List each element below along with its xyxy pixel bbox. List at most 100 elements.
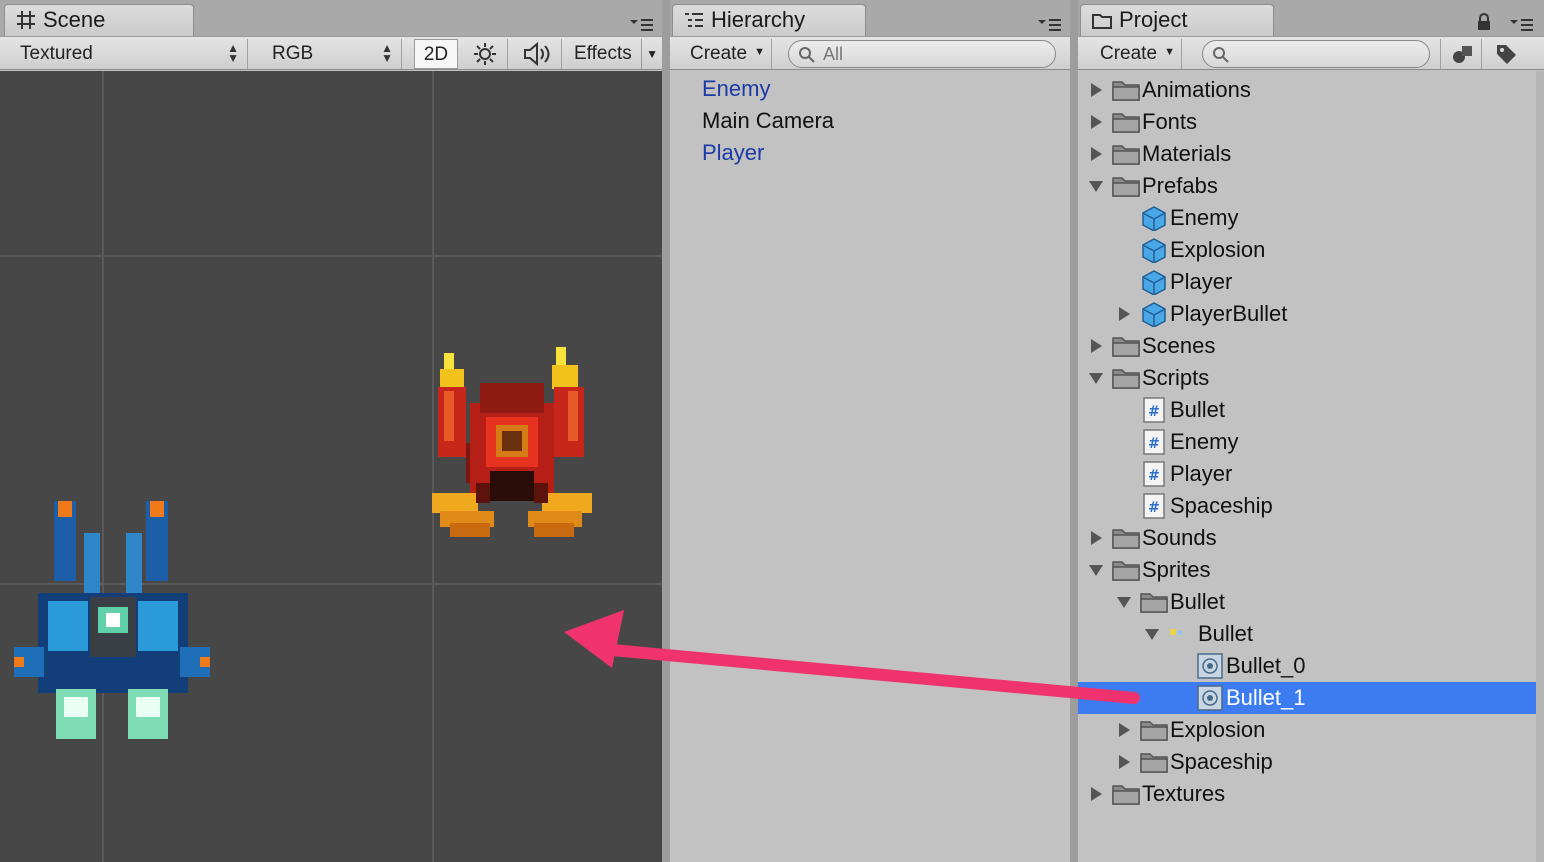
project-item-label: Player [1170, 269, 1233, 294]
speaker-icon [524, 41, 550, 67]
project-item[interactable]: Textures [1078, 778, 1538, 810]
effects-dropdown[interactable]: Effects ▼ [564, 39, 662, 69]
chevron-down-icon: ▼ [1164, 46, 1175, 58]
hierarchy-toolbar: Create ▼ All [670, 36, 1070, 70]
project-item[interactable]: Bullet_0 [1078, 650, 1538, 682]
project-create-dropdown[interactable]: Create ▼ [1090, 39, 1182, 69]
hierarchy-create-dropdown[interactable]: Create ▼ [680, 39, 772, 69]
project-item[interactable]: Explosion [1078, 714, 1538, 746]
prefab-cube-icon [1142, 270, 1166, 295]
render-mode-value: RGB [272, 43, 314, 64]
hierarchy-item-player[interactable]: Player [702, 137, 764, 169]
project-item[interactable]: # Spaceship [1078, 490, 1538, 522]
svg-text:#: # [1148, 468, 1160, 484]
panel-menu-icon[interactable] [1036, 16, 1062, 32]
project-toolbar: Create ▼ [1078, 36, 1544, 70]
project-item[interactable]: Scenes [1078, 330, 1538, 362]
lock-icon[interactable] [1476, 12, 1492, 32]
filter-by-label-button[interactable] [1484, 39, 1530, 69]
collapsed-arrow-icon[interactable] [1088, 146, 1104, 162]
project-item[interactable]: Player [1078, 266, 1538, 298]
folder-icon [1112, 337, 1140, 357]
project-item-label: Scenes [1142, 333, 1216, 358]
project-item-label: Bullet_1 [1226, 685, 1306, 710]
filter-by-type-button[interactable] [1440, 39, 1482, 69]
project-item-label: Fonts [1142, 109, 1198, 134]
project-item[interactable]: Prefabs [1078, 170, 1538, 202]
project-item[interactable]: Spaceship [1078, 746, 1538, 778]
project-scrollbar[interactable] [1536, 71, 1544, 862]
shading-mode-dropdown[interactable]: Textured ▲ ▼ [10, 39, 248, 69]
project-item-label: Textures [1142, 781, 1226, 806]
project-item-label: Player [1170, 461, 1233, 486]
project-item[interactable]: Sounds [1078, 522, 1538, 554]
project-item[interactable]: PlayerBullet [1078, 298, 1538, 330]
project-item-label: Bullet [1170, 589, 1226, 614]
hierarchy-search-input[interactable]: All [788, 40, 1056, 68]
project-item[interactable]: # Enemy [1078, 426, 1538, 458]
expanded-arrow-icon[interactable] [1144, 626, 1160, 642]
svg-text:#: # [1148, 404, 1160, 420]
updown-arrows-icon: ▲ ▼ [381, 41, 393, 65]
csharp-script-icon: # [1143, 461, 1165, 487]
project-item[interactable]: Bullet_1 [1078, 682, 1538, 714]
shading-mode-value: Textured [20, 43, 93, 64]
collapsed-arrow-icon[interactable] [1088, 114, 1104, 130]
folder-icon [1112, 785, 1140, 805]
texture-icon [1170, 629, 1182, 635]
collapsed-arrow-icon[interactable] [1116, 722, 1132, 738]
tab-scene[interactable]: Scene [4, 4, 194, 36]
project-item[interactable]: Fonts [1078, 106, 1538, 138]
hierarchy-item-main-camera[interactable]: Main Camera [702, 105, 834, 137]
lighting-toggle[interactable] [462, 39, 508, 69]
enemy-sprite[interactable] [430, 343, 600, 548]
player-sprite[interactable] [10, 497, 215, 752]
tab-project-label: Project [1119, 7, 1188, 32]
folder-icon [1112, 369, 1140, 389]
panel-menu-icon[interactable] [628, 16, 654, 32]
collapsed-arrow-icon[interactable] [1116, 306, 1132, 322]
folder-icon [1112, 81, 1140, 101]
project-item[interactable]: Animations [1078, 74, 1538, 106]
expanded-arrow-icon[interactable] [1088, 370, 1104, 386]
expanded-arrow-icon[interactable] [1116, 594, 1132, 610]
render-mode-dropdown[interactable]: RGB ▲ ▼ [262, 39, 402, 69]
project-item[interactable]: Enemy [1078, 202, 1538, 234]
project-item[interactable]: Explosion [1078, 234, 1538, 266]
expanded-arrow-icon[interactable] [1088, 178, 1104, 194]
collapsed-arrow-icon[interactable] [1088, 338, 1104, 354]
collapsed-arrow-icon[interactable] [1088, 82, 1104, 98]
project-item[interactable]: # Bullet [1078, 394, 1538, 426]
collapsed-arrow-icon[interactable] [1088, 786, 1104, 802]
chevron-down-icon: ▼ [754, 46, 765, 58]
collapsed-arrow-icon[interactable] [1116, 754, 1132, 770]
project-item[interactable]: Materials [1078, 138, 1538, 170]
expanded-arrow-icon[interactable] [1088, 562, 1104, 578]
panel-menu-icon[interactable] [1508, 16, 1534, 32]
tab-project[interactable]: Project [1080, 4, 1274, 36]
project-item-label: Sounds [1142, 525, 1217, 550]
tab-hierarchy[interactable]: Hierarchy [672, 4, 866, 36]
prefab-cube-icon [1142, 238, 1166, 263]
audio-toggle[interactable] [512, 39, 562, 69]
hierarchy-item-enemy[interactable]: Enemy [702, 73, 770, 105]
collapsed-arrow-icon[interactable] [1088, 530, 1104, 546]
project-item[interactable]: Bullet [1078, 618, 1538, 650]
project-item[interactable]: Scripts [1078, 362, 1538, 394]
effects-label: Effects [574, 43, 632, 64]
panel-divider[interactable] [1070, 0, 1078, 862]
project-item[interactable]: # Player [1078, 458, 1538, 490]
updown-arrows-icon: ▲ ▼ [227, 41, 239, 65]
project-item[interactable]: Sprites [1078, 554, 1538, 586]
csharp-script-icon: # [1143, 493, 1165, 519]
grid-hash-icon [17, 11, 35, 29]
project-item[interactable]: Bullet [1078, 586, 1538, 618]
project-search-input[interactable] [1202, 40, 1430, 68]
project-item-label: Explosion [1170, 717, 1266, 742]
project-item-label: Spaceship [1170, 493, 1273, 518]
panel-divider[interactable] [662, 0, 670, 862]
scene-viewport[interactable] [0, 71, 662, 862]
project-tree: Animations Fonts Materials Prefabs Enemy Expl… [1078, 71, 1544, 862]
folder-icon [1112, 145, 1140, 165]
2d-mode-button[interactable]: 2D [414, 39, 458, 69]
